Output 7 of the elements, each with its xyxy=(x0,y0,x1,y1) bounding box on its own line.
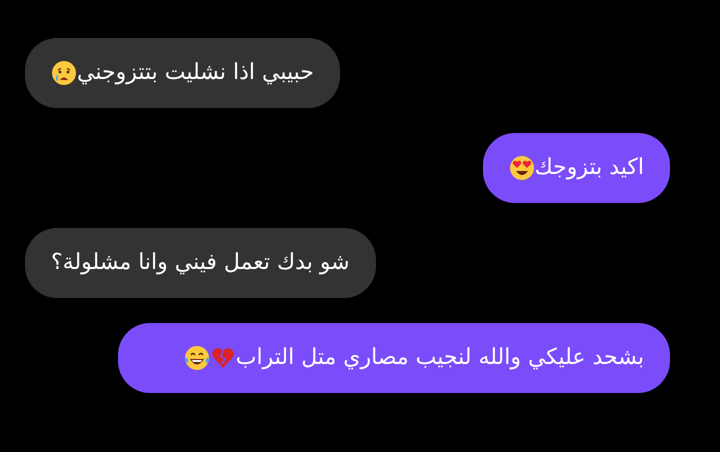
message-text: حبيبي اذا نشليت بتتزوجني xyxy=(77,60,314,85)
message-text: شو بدك تعمل فيني وانا مشلولة؟ xyxy=(51,250,350,275)
crying-face-icon xyxy=(51,60,77,86)
heart-eyes-face-icon xyxy=(508,154,535,181)
message-text: اكيد بتزوجك xyxy=(534,155,644,180)
message-text: بشحد عليكي والله لنجيب مصاري متل التراب xyxy=(236,345,644,370)
tears-of-joy-face-icon xyxy=(184,344,210,371)
